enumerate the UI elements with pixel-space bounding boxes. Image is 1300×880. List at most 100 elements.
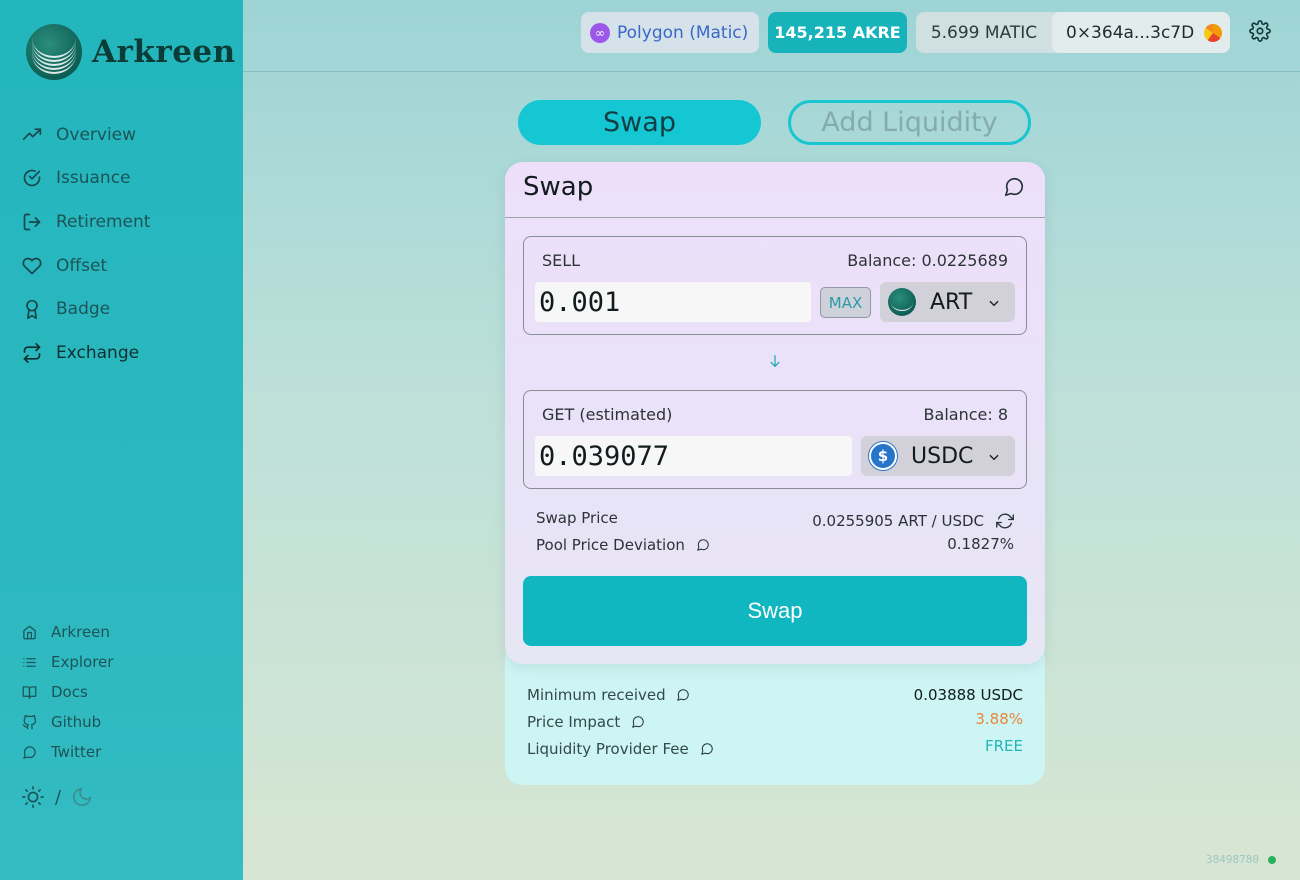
heart-icon [22, 257, 42, 274]
wallet-address: 0×364a...3c7D [1066, 22, 1195, 43]
help-tooltip-icon[interactable] [696, 538, 710, 552]
chevron-down-icon [987, 295, 1001, 309]
usdc-token-icon: $ [869, 442, 897, 470]
card-title: Swap [523, 172, 594, 202]
sidebar-item-label: Exchange [56, 342, 140, 363]
arrow-down-icon[interactable] [767, 353, 783, 369]
sidebar-item-offset[interactable]: Offset [22, 244, 150, 288]
sidebar-item-exchange[interactable]: Exchange [22, 331, 150, 375]
akre-balance-chip[interactable]: 145,215 AKRE [768, 12, 907, 53]
award-icon [26, 300, 38, 320]
sidebar-nav: Overview Issuance Retirement Offset Badg… [22, 113, 150, 375]
swap-card: Swap SELL Balance: 0.0225689 0.001 MAX A… [505, 162, 1045, 664]
detail-price-impact: Price Impact 3.88% [527, 710, 1023, 731]
network-name: Polygon (Matic) [617, 22, 749, 43]
detail-min-received: Minimum received 0.03888 USDC [527, 686, 1023, 704]
sell-token-selector[interactable]: ART [880, 282, 1015, 322]
status-dot-icon [1268, 855, 1276, 864]
get-balance: Balance: 8 [923, 405, 1008, 424]
card-header: Swap [505, 162, 1045, 218]
sidebar-item-label: Issuance [56, 168, 131, 189]
logo[interactable]: Arkreen [26, 24, 236, 80]
sidebar-item-badge[interactable]: Badge [22, 287, 150, 331]
detail-lp-fee: Liquidity Provider Fee FREE [527, 737, 1023, 758]
swap-submit-button[interactable]: Swap [523, 576, 1027, 646]
get-token-selector[interactable]: $ USDC [861, 436, 1015, 476]
sell-panel: SELL Balance: 0.0225689 0.001 MAX ART [523, 236, 1027, 335]
tab-add-liquidity[interactable]: Add Liquidity [788, 100, 1031, 145]
min-received-label: Minimum received [527, 686, 666, 704]
swap-price-value: 0.0255905 ART / USDC [812, 512, 984, 530]
sidebar-item-label: Overview [56, 124, 137, 145]
get-token-name: USDC [911, 443, 974, 469]
sidebar-item-label: Badge [56, 299, 111, 320]
link-label: Twitter [51, 743, 102, 761]
min-received-value: 0.03888 USDC [913, 686, 1023, 704]
link-github[interactable]: Github [22, 707, 113, 737]
check-circle-icon [23, 170, 41, 187]
swap-price-label: Swap Price [536, 509, 618, 527]
polygon-icon: ∞ [590, 22, 610, 43]
arkreen-logo-icon [26, 24, 82, 80]
price-impact-value: 3.88% [975, 710, 1023, 728]
sell-token-name: ART [930, 289, 973, 315]
matic-balance: 5.699 MATIC [930, 22, 1038, 43]
github-icon [22, 714, 37, 729]
link-twitter[interactable]: Twitter [22, 737, 113, 767]
home-icon [23, 625, 36, 639]
deviation-label: Pool Price Deviation [536, 536, 685, 554]
link-label: Arkreen [51, 623, 110, 641]
help-icon[interactable] [1003, 176, 1025, 198]
link-docs[interactable]: Docs [22, 677, 113, 707]
link-label: Explorer [51, 653, 114, 671]
sidebar-links: Arkreen Explorer Docs Github Twitter [22, 617, 113, 767]
refresh-icon[interactable] [996, 512, 1014, 530]
get-amount-input[interactable]: 0.039077 [535, 436, 852, 476]
block-number: 38498780 [1206, 853, 1259, 866]
block-number-indicator: 38498780 [1206, 853, 1276, 866]
deviation-value: 0.1827% [947, 535, 1014, 553]
chevron-down-icon [987, 449, 1001, 463]
link-explorer[interactable]: Explorer [22, 647, 113, 677]
log-out-icon [23, 213, 41, 231]
sidebar-item-label: Offset [56, 255, 108, 276]
lp-fee-label: Liquidity Provider Fee [527, 740, 689, 758]
help-tooltip-icon[interactable] [676, 688, 690, 702]
price-impact-label: Price Impact [527, 713, 621, 731]
max-button[interactable]: MAX [820, 287, 871, 318]
network-selector[interactable]: ∞ Polygon (Matic) [581, 12, 759, 53]
sidebar-item-retirement[interactable]: Retirement [22, 200, 150, 244]
help-tooltip-icon[interactable] [631, 715, 645, 729]
sell-amount-input[interactable]: 0.001 [535, 282, 811, 322]
wallet-address-button[interactable]: 0×364a...3c7D [1052, 12, 1230, 53]
tab-swap[interactable]: Swap [518, 100, 761, 145]
theme-separator: / [55, 786, 62, 808]
trending-up-icon [22, 128, 42, 140]
link-arkreen[interactable]: Arkreen [22, 617, 113, 647]
settings-gear-icon[interactable] [1249, 20, 1271, 42]
swap-price-row: Swap Price 0.0255905 ART / USDC [536, 506, 1014, 530]
list-icon [23, 657, 36, 667]
sidebar: Arkreen Overview Issuance Retirement Off… [0, 0, 243, 880]
akre-balance: 145,215 AKRE [774, 23, 901, 42]
sun-icon[interactable] [22, 786, 44, 808]
book-icon [22, 685, 37, 699]
sidebar-item-issuance[interactable]: Issuance [22, 157, 150, 201]
sell-balance: Balance: 0.0225689 [847, 251, 1008, 270]
repeat-icon [23, 342, 41, 363]
sidebar-item-label: Retirement [56, 211, 151, 232]
wallet-avatar-icon [1204, 23, 1223, 42]
lp-fee-value: FREE [984, 737, 1023, 755]
wallet-chip[interactable]: 5.699 MATIC 0×364a...3c7D [916, 12, 1230, 53]
link-label: Docs [51, 683, 88, 701]
link-label: Github [51, 713, 102, 731]
sidebar-item-overview[interactable]: Overview [22, 113, 150, 157]
message-icon [23, 745, 36, 759]
get-panel: GET (estimated) Balance: 8 0.039077 $ US… [523, 390, 1027, 489]
art-token-icon [888, 288, 916, 316]
help-tooltip-icon[interactable] [700, 742, 714, 756]
theme-toggle: / [22, 786, 93, 808]
moon-icon[interactable] [71, 786, 93, 808]
get-label: GET (estimated) [542, 405, 673, 424]
sell-label: SELL [542, 251, 581, 270]
